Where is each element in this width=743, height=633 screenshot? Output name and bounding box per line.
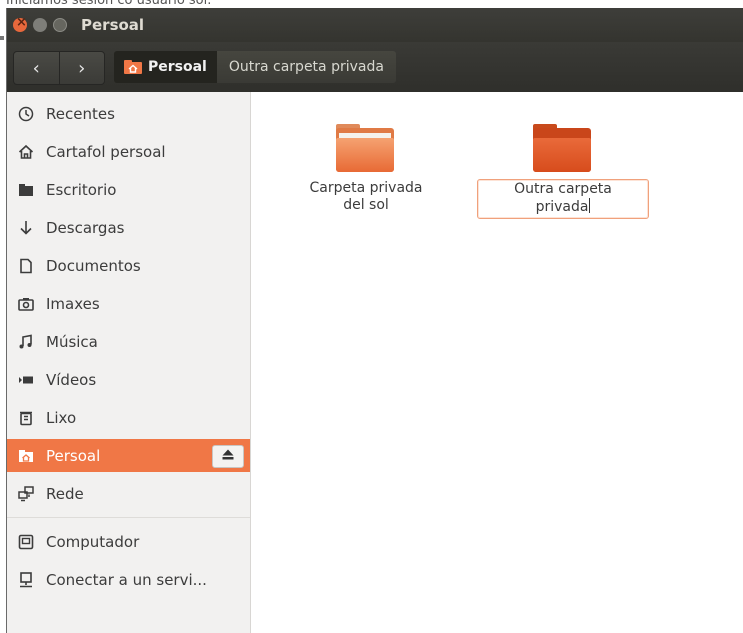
eject-icon (222, 449, 234, 464)
sidebar-item-computador[interactable]: Computador (7, 525, 250, 558)
music-icon (18, 334, 34, 350)
sidebar-item-imaxes[interactable]: Imaxes (7, 287, 250, 320)
sidebar-item-label: Persoal (46, 446, 101, 465)
rename-field[interactable]: Outra carpeta privada (477, 179, 649, 219)
sidebar-item-lixo[interactable]: Lixo (7, 401, 250, 434)
bullet-marker (0, 36, 4, 40)
breadcrumb-label: Persoal (148, 59, 207, 75)
sidebar-item-musica[interactable]: Música (7, 325, 250, 358)
sidebar-item-label: Imaxes (46, 294, 100, 313)
sidebar-item-label: Documentos (46, 256, 141, 275)
folder-label-line: del sol (343, 197, 389, 213)
sidebar-item-label: Lixo (46, 408, 77, 427)
connect-server-icon (18, 571, 34, 588)
sidebar-item-recentes[interactable]: Recentes (7, 97, 250, 130)
sidebar-item-descargas[interactable]: Descargas (7, 211, 250, 244)
camera-icon (18, 296, 34, 312)
folder-icon (18, 182, 34, 198)
rename-field-line: Outra carpeta (514, 181, 612, 197)
caption-text: Iniciamos sesión co usuario sol. (6, 0, 212, 8)
sidebar-item-label: Descargas (46, 218, 125, 237)
eject-button[interactable] (212, 445, 244, 468)
maximize-window-button[interactable] (53, 18, 67, 32)
rename-field-text: privada (535, 199, 589, 215)
folder-label-line: Carpeta privada (309, 180, 423, 196)
breadcrumb-persoal[interactable]: Persoal (114, 51, 217, 83)
sidebar-item-label: Cartafol persoal (46, 142, 166, 161)
home-folder-icon (18, 448, 34, 464)
sidebar-item-videos[interactable]: Vídeos (7, 363, 250, 396)
breadcrumb: Persoal Outra carpeta privada (114, 51, 396, 83)
window-title: Persoal (81, 16, 145, 34)
trash-icon (18, 410, 34, 426)
sidebar-item-label: Música (46, 332, 98, 351)
download-icon (18, 220, 34, 236)
sidebar-item-label: Recentes (46, 104, 115, 123)
network-icon (18, 485, 34, 502)
close-window-button[interactable] (13, 15, 27, 32)
folder-label: Carpeta privada del sol (286, 180, 446, 214)
sidebar-item-label: Rede (46, 484, 84, 503)
minimize-window-button[interactable] (33, 18, 47, 32)
sidebar-item-label: Computador (46, 532, 140, 551)
document-icon (18, 258, 34, 274)
sidebar-item-escritorio[interactable]: Escritorio (7, 173, 250, 206)
clock-icon (18, 106, 34, 122)
folder-icon (336, 124, 394, 172)
chevron-left-icon: ‹ (32, 57, 40, 79)
folder-icon (533, 124, 591, 172)
sidebar-item-label: Vídeos (46, 370, 97, 389)
navigation-buttons: ‹ › (13, 51, 105, 85)
sidebar-item-label: Escritorio (46, 180, 117, 199)
sidebar-item-persoal[interactable]: Persoal (7, 439, 250, 472)
computer-icon (18, 534, 34, 550)
video-icon (18, 372, 34, 388)
home-folder-icon (124, 60, 142, 74)
sidebar: Recentes Cartafol persoal Escritorio Des… (7, 92, 251, 633)
sidebar-item-label: Conectar a un servi... (46, 570, 207, 589)
file-manager-window: Persoal ‹ › Persoal (6, 8, 743, 633)
sidebar-item-conectar-servidor[interactable]: Conectar a un servi... (7, 563, 250, 596)
text-cursor (589, 198, 591, 213)
sidebar-item-rede[interactable]: Rede (7, 477, 250, 510)
chevron-right-icon: › (78, 57, 86, 79)
rename-field-line: privada (478, 198, 648, 216)
breadcrumb-label: Outra carpeta privada (228, 59, 384, 75)
breadcrumb-outra-carpeta[interactable]: Outra carpeta privada (216, 51, 396, 83)
sidebar-divider (7, 517, 250, 518)
sidebar-item-documentos[interactable]: Documentos (7, 249, 250, 282)
titlebar: Persoal (7, 8, 743, 42)
back-button[interactable]: ‹ (14, 52, 59, 84)
home-icon (18, 144, 34, 160)
file-view: Carpeta privada del sol Outra carpeta pr… (251, 92, 743, 633)
toolbar: ‹ › Persoal Outra carpeta privada (7, 42, 743, 92)
forward-button[interactable]: › (58, 52, 105, 84)
sidebar-item-cartafol-persoal[interactable]: Cartafol persoal (7, 135, 250, 168)
